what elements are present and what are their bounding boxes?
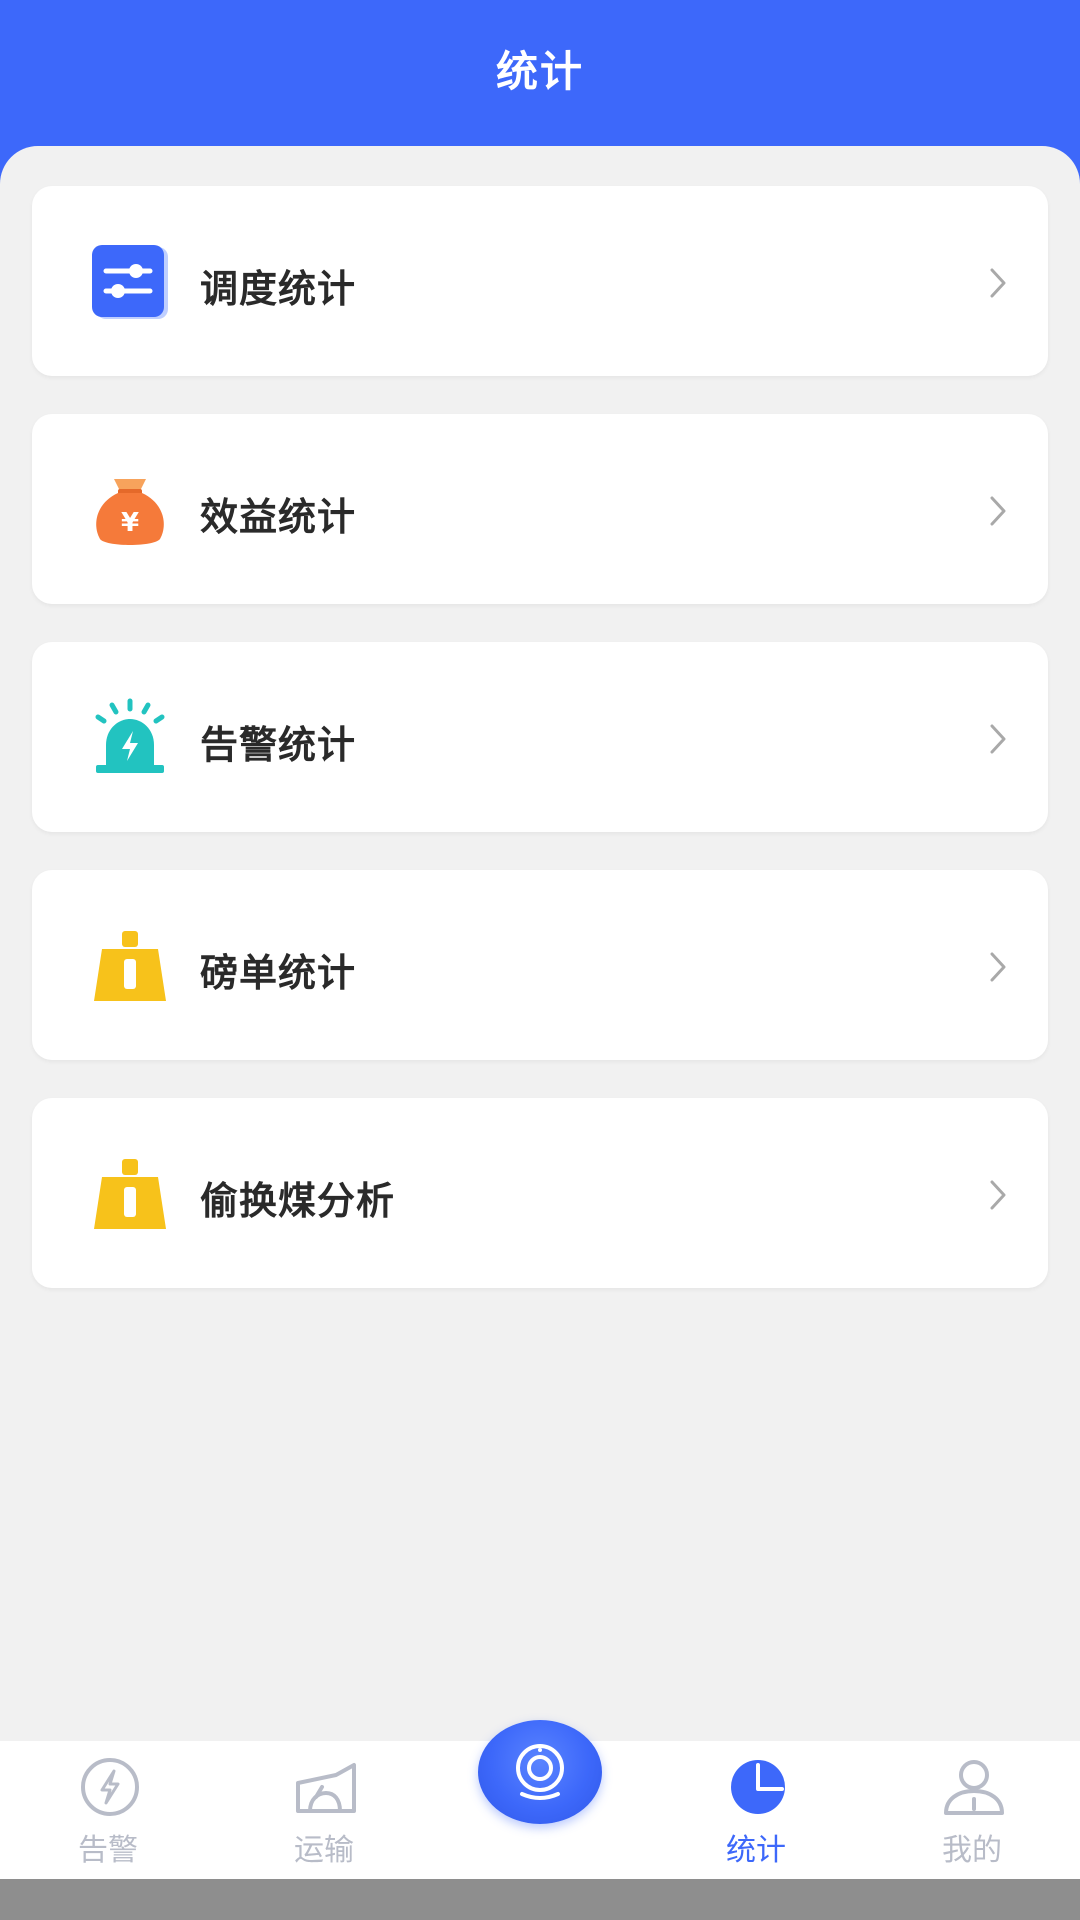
tab-mine[interactable]: 我的 (892, 1741, 1052, 1879)
menu-item-label: 告警统计 (200, 723, 357, 767)
menu-item-dispatch-stats[interactable]: 调度统计 (32, 186, 1048, 376)
system-nav-strip (0, 1879, 1080, 1920)
chevron-right-icon (990, 1180, 1006, 1210)
weight-icon (94, 1159, 166, 1229)
menu-item-weighbill-stats[interactable]: 磅单统计 (32, 870, 1048, 1060)
tab-transport[interactable]: 运输 (244, 1741, 404, 1879)
chevron-right-icon (990, 268, 1006, 298)
header-bar: 统计 (0, 0, 1080, 160)
menu-item-label: 磅单统计 (200, 951, 357, 995)
pie-chart-icon (731, 1760, 785, 1814)
tab-label: 统计 (726, 1833, 786, 1868)
transport-icon (296, 1763, 356, 1813)
money-bag-icon: ¥ (96, 479, 164, 545)
svg-text:¥: ¥ (121, 508, 139, 538)
tab-label: 我的 (942, 1833, 1002, 1868)
menu-item-label: 效益统计 (200, 495, 357, 539)
center-camera-button[interactable] (478, 1720, 602, 1824)
menu-item-label: 调度统计 (200, 267, 357, 311)
lightning-circle-icon (81, 1758, 139, 1816)
camera-icon (516, 1744, 564, 1800)
alarm-light-icon (95, 698, 165, 773)
tab-statistics[interactable]: 统计 (676, 1741, 836, 1879)
menu-item-coal-swap-analysis[interactable]: 偷换煤分析 (32, 1098, 1048, 1288)
chevron-right-icon (990, 496, 1006, 526)
tab-label: 告警 (78, 1833, 138, 1868)
sliders-icon (92, 245, 168, 319)
tab-alarm[interactable]: 告警 (28, 1741, 188, 1879)
page-title: 统计 (495, 47, 584, 96)
menu-item-label: 偷换煤分析 (200, 1179, 396, 1223)
menu-item-alarm-stats[interactable]: 告警统计 (32, 642, 1048, 832)
menu-item-benefit-stats[interactable]: ¥ 效益统计 (32, 414, 1048, 604)
user-icon (944, 1760, 1004, 1815)
weight-icon (94, 931, 166, 1001)
chevron-right-icon (990, 952, 1006, 982)
chevron-right-icon (990, 724, 1006, 754)
tab-label: 运输 (294, 1833, 354, 1868)
